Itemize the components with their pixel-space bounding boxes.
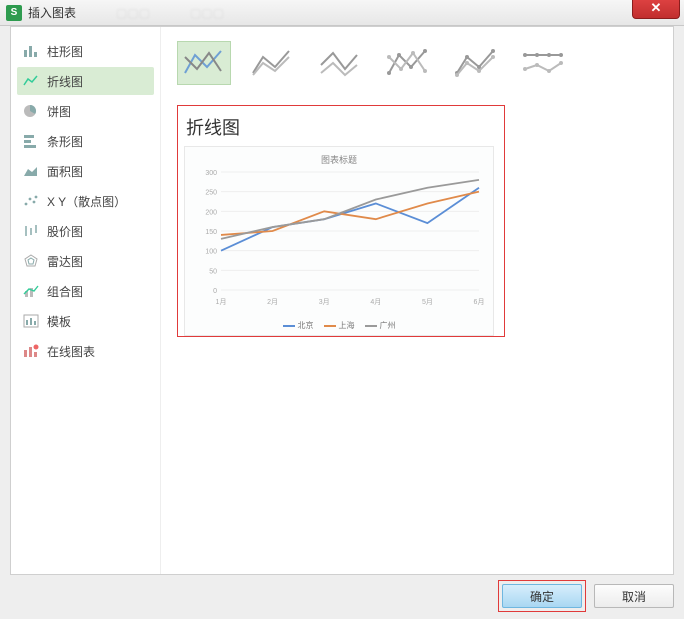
sidebar-item-stock[interactable]: 股价图 bbox=[17, 217, 154, 245]
ok-button-highlight: 确定 bbox=[498, 580, 586, 612]
svg-text:2月: 2月 bbox=[267, 298, 278, 306]
svg-text:100: 100 bbox=[205, 249, 217, 256]
legend-swatch-icon bbox=[365, 325, 377, 327]
close-icon: ✕ bbox=[651, 0, 662, 16]
preview-highlight: 折线图 图表标题 0 50 100 150 200 250 300 1月 2月 3月 4月 5月 6月 … bbox=[177, 105, 505, 337]
sidebar-item-label: 面积图 bbox=[47, 163, 83, 180]
sidebar-item-label: 柱形图 bbox=[47, 43, 83, 60]
subtype-line-basic[interactable] bbox=[177, 41, 231, 85]
sidebar-item-radar[interactable]: 雷达图 bbox=[17, 247, 154, 275]
chart-title: 图表标题 bbox=[195, 153, 483, 166]
svg-text:0: 0 bbox=[213, 288, 217, 295]
chart-preview: 图表标题 0 50 100 150 200 250 300 1月 2月 3月 4月 5月 6月 北京 上海… bbox=[184, 146, 494, 336]
sidebar-item-label: 饼图 bbox=[47, 103, 71, 120]
sidebar-item-label: 股价图 bbox=[47, 223, 83, 240]
column-icon bbox=[23, 44, 39, 58]
svg-text:6月: 6月 bbox=[474, 298, 485, 306]
legend-swatch-icon bbox=[283, 325, 295, 327]
dialog-body: 柱形图折线图饼图条形图面积图X Y（散点图）股价图雷达图组合图模板在线图表 折线… bbox=[10, 26, 674, 575]
sidebar-item-label: 模板 bbox=[47, 313, 71, 330]
scatter-icon bbox=[23, 194, 39, 208]
sidebar-item-label: 条形图 bbox=[47, 133, 83, 150]
area-icon bbox=[23, 164, 39, 178]
sidebar-item-label: X Y（散点图） bbox=[47, 193, 126, 210]
sidebar-item-column[interactable]: 柱形图 bbox=[17, 37, 154, 65]
chart-category-sidebar: 柱形图折线图饼图条形图面积图 X Y（散点图） 股价图雷达图组合图模板在线图表 bbox=[11, 27, 161, 574]
svg-text:50: 50 bbox=[209, 268, 217, 275]
chart-subtype-row bbox=[177, 41, 657, 85]
legend-item: 广州 bbox=[365, 320, 396, 331]
bar-icon bbox=[23, 134, 39, 148]
sidebar-item-combo[interactable]: 组合图 bbox=[17, 277, 154, 305]
cancel-button[interactable]: 取消 bbox=[594, 584, 674, 608]
background-tab: ▢▢▢ bbox=[190, 6, 224, 20]
line-icon bbox=[23, 74, 39, 88]
sidebar-item-label: 折线图 bbox=[47, 73, 83, 90]
subtype-line-markers[interactable] bbox=[381, 41, 435, 85]
svg-text:250: 250 bbox=[205, 190, 217, 197]
legend-label: 北京 bbox=[298, 320, 314, 331]
sidebar-item-online[interactable]: 在线图表 bbox=[17, 337, 154, 365]
legend-swatch-icon bbox=[324, 325, 336, 327]
main-panel: 折线图 图表标题 0 50 100 150 200 250 300 1月 2月 3月 4月 5月 6月 … bbox=[161, 27, 673, 574]
sidebar-item-pie[interactable]: 饼图 bbox=[17, 97, 154, 125]
radar-icon bbox=[23, 254, 39, 268]
chart-legend: 北京 上海 广州 bbox=[195, 320, 483, 331]
pie-icon bbox=[23, 104, 39, 118]
dialog-footer: 确定 取消 bbox=[10, 579, 674, 613]
svg-text:1月: 1月 bbox=[216, 298, 227, 306]
sidebar-item-label: 雷达图 bbox=[47, 253, 83, 270]
background-tab: ▢▢▢ bbox=[116, 6, 150, 20]
svg-text:3月: 3月 bbox=[319, 298, 330, 306]
sidebar-item-scatter[interactable]: X Y（散点图） bbox=[17, 187, 154, 215]
online-icon bbox=[23, 344, 39, 358]
subtype-line-percent[interactable] bbox=[313, 41, 367, 85]
svg-text:150: 150 bbox=[205, 229, 217, 236]
close-button[interactable]: ✕ bbox=[632, 0, 680, 19]
sidebar-item-label: 组合图 bbox=[47, 283, 83, 300]
combo-icon bbox=[23, 284, 39, 298]
template-icon bbox=[23, 314, 39, 328]
sidebar-item-label: 在线图表 bbox=[47, 343, 95, 360]
preview-title: 折线图 bbox=[186, 114, 498, 140]
svg-text:300: 300 bbox=[205, 170, 217, 177]
subtype-line-markers-stacked[interactable] bbox=[449, 41, 503, 85]
sidebar-item-line[interactable]: 折线图 bbox=[17, 67, 154, 95]
titlebar: S 插入图表 ▢▢▢ ▢▢▢ ✕ bbox=[0, 0, 684, 26]
ok-button[interactable]: 确定 bbox=[502, 584, 582, 608]
app-icon: S bbox=[6, 5, 22, 21]
svg-text:4月: 4月 bbox=[370, 298, 381, 306]
svg-text:5月: 5月 bbox=[422, 298, 433, 306]
legend-label: 广州 bbox=[380, 320, 396, 331]
window-title: 插入图表 bbox=[28, 4, 76, 21]
sidebar-item-area[interactable]: 面积图 bbox=[17, 157, 154, 185]
chart-plot: 0 50 100 150 200 250 300 1月 2月 3月 4月 5月 6月 bbox=[195, 168, 483, 318]
sidebar-item-bar[interactable]: 条形图 bbox=[17, 127, 154, 155]
legend-label: 上海 bbox=[339, 320, 355, 331]
subtype-line-stacked[interactable] bbox=[245, 41, 299, 85]
subtype-line-markers-percent[interactable] bbox=[517, 41, 571, 85]
legend-item: 北京 bbox=[283, 320, 314, 331]
sidebar-item-template[interactable]: 模板 bbox=[17, 307, 154, 335]
svg-text:200: 200 bbox=[205, 209, 217, 216]
legend-item: 上海 bbox=[324, 320, 355, 331]
stock-icon bbox=[23, 224, 39, 238]
